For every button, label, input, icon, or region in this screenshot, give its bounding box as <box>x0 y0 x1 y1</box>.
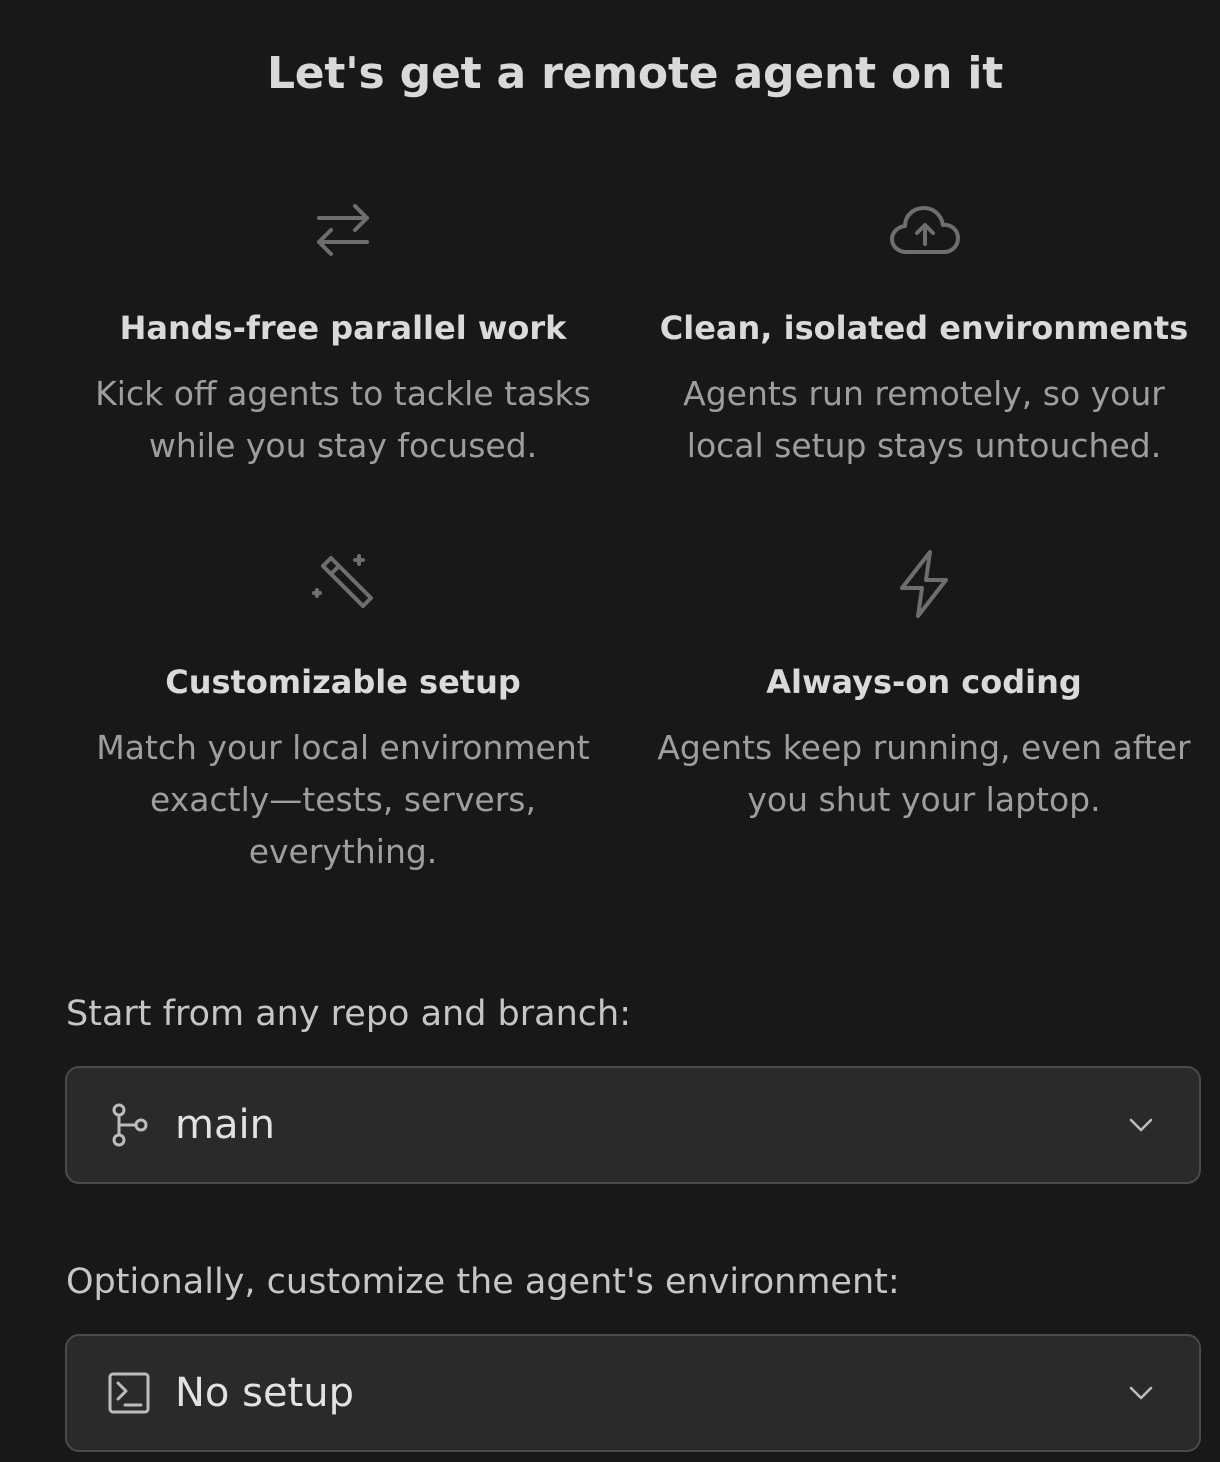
branch-value: main <box>175 1102 275 1148</box>
branch-select[interactable]: main <box>65 1066 1201 1184</box>
lightning-icon <box>884 544 964 624</box>
chevron-down-icon <box>1123 1375 1159 1411</box>
cloud-upload-icon <box>884 190 964 270</box>
feature-title: Always-on coding <box>766 663 1082 701</box>
feature-description: Match your local environment exactly—tes… <box>96 728 590 871</box>
environment-label: Optionally, customize the agent's enviro… <box>66 1262 900 1302</box>
page-title: Let's get a remote agent on it <box>266 48 1004 99</box>
remote-agent-panel: Let's get a remote agent on it Hands-fre… <box>0 0 1220 1462</box>
feature-isolated-environments: Clean, isolated environments Agents run … <box>644 190 1204 472</box>
feature-title: Customizable setup <box>165 663 521 701</box>
magic-wand-icon <box>303 544 383 624</box>
feature-description: Kick off agents to tackle tasks while yo… <box>95 374 591 465</box>
terminal-icon <box>105 1369 153 1417</box>
git-branch-icon <box>105 1101 153 1149</box>
feature-grid: Hands-free parallel work Kick off agents… <box>0 190 1220 910</box>
arrows-swap-icon <box>303 190 383 270</box>
environment-select[interactable]: No setup <box>65 1334 1201 1452</box>
feature-customizable-setup: Customizable setup Match your local envi… <box>63 544 623 878</box>
repo-branch-label: Start from any repo and branch: <box>66 994 632 1034</box>
environment-value: No setup <box>175 1370 354 1416</box>
feature-parallel-work: Hands-free parallel work Kick off agents… <box>63 190 623 472</box>
feature-description: Agents run remotely, so your local setup… <box>683 374 1165 465</box>
feature-description: Agents keep running, even after you shut… <box>657 728 1191 819</box>
feature-always-on: Always-on coding Agents keep running, ev… <box>644 544 1204 826</box>
chevron-down-icon <box>1123 1107 1159 1143</box>
feature-title: Clean, isolated environments <box>659 309 1189 347</box>
feature-title: Hands-free parallel work <box>119 309 567 347</box>
